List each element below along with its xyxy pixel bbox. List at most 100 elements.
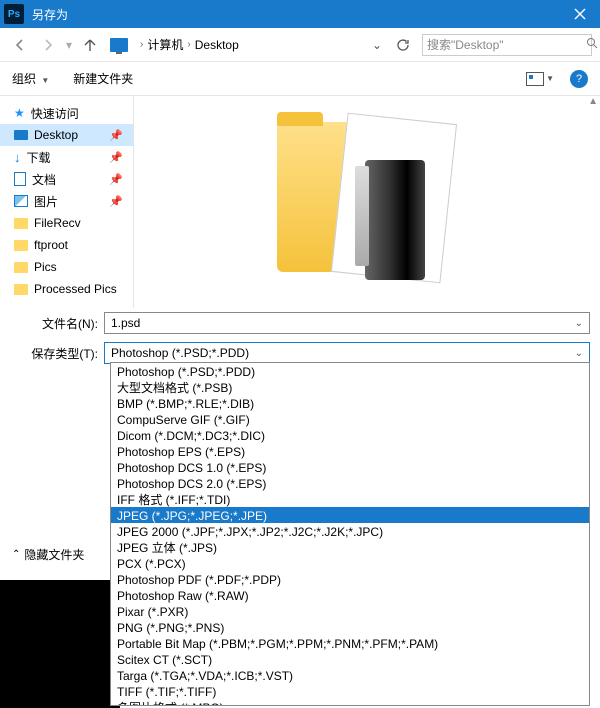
caret-icon: ⌃ [12, 549, 20, 560]
search-input[interactable] [427, 38, 582, 52]
star-icon: ★ [14, 106, 25, 120]
crumb-computer[interactable]: 计算机 [147, 36, 183, 53]
sidebar-item-label: ftproot [34, 238, 68, 252]
computer-icon [110, 38, 128, 52]
filetype-option[interactable]: JPEG 立体 (*.JPS) [111, 539, 589, 555]
forward-button[interactable] [36, 33, 60, 57]
sidebar-item-2[interactable]: ↓ 下载 📌 [0, 146, 133, 168]
pin-icon: 📌 [109, 151, 123, 164]
chevron-down-icon: ▼ [41, 76, 49, 85]
close-button[interactable] [560, 0, 600, 28]
folder-thumbnail[interactable] [277, 112, 457, 292]
view-mode-button[interactable]: ▼ [526, 72, 554, 86]
filetype-option[interactable]: Photoshop (*.PSD;*.PDD) [111, 363, 589, 379]
sidebar-item-3[interactable]: 文档 📌 [0, 168, 133, 190]
sidebar-item-1[interactable]: Desktop 📌 [0, 124, 133, 146]
filetype-option[interactable]: Photoshop DCS 2.0 (*.EPS) [111, 475, 589, 491]
filetype-option[interactable]: Dicom (*.DCM;*.DC3;*.DIC) [111, 427, 589, 443]
back-button[interactable] [8, 33, 32, 57]
filetype-option[interactable]: BMP (*.BMP;*.RLE;*.DIB) [111, 395, 589, 411]
sidebar-item-label: FileRecv [34, 216, 81, 230]
titlebar: Ps 另存为 [0, 0, 600, 28]
chevron-down-icon: ▼ [546, 74, 554, 83]
path-dropdown[interactable]: ⌄ [366, 38, 388, 52]
organize-button[interactable]: 组织 ▼ [12, 70, 49, 87]
filetype-option[interactable]: Photoshop EPS (*.EPS) [111, 443, 589, 459]
folder-icon [14, 218, 28, 229]
close-icon [574, 8, 586, 20]
filename-label: 文件名(N): [10, 315, 98, 332]
filetype-option[interactable]: Photoshop Raw (*.RAW) [111, 587, 589, 603]
sidebar-item-label: 下载 [27, 149, 51, 166]
toolbar: 组织 ▼ 新建文件夹 ▼ ? [0, 62, 600, 96]
filetype-option[interactable]: Scitex CT (*.SCT) [111, 651, 589, 667]
filetype-option[interactable]: Pixar (*.PXR) [111, 603, 589, 619]
sidebar-item-4[interactable]: 图片📌 [0, 190, 133, 212]
filetype-option[interactable]: PNG (*.PNG;*.PNS) [111, 619, 589, 635]
file-area[interactable]: ▲ [134, 96, 600, 308]
back-arrow-icon [12, 37, 28, 53]
filetype-option[interactable]: Targa (*.TGA;*.VDA;*.ICB;*.VST) [111, 667, 589, 683]
sidebar-item-7[interactable]: Pics [0, 256, 133, 278]
pin-icon: 📌 [109, 173, 123, 186]
up-button[interactable] [78, 33, 102, 57]
filetype-dropdown[interactable]: Photoshop (*.PSD;*.PDD)大型文档格式 (*.PSB)BMP… [110, 362, 590, 706]
scroll-up-icon[interactable]: ▲ [588, 96, 598, 107]
sidebar-item-5[interactable]: FileRecv [0, 212, 133, 234]
filetype-option[interactable]: Portable Bit Map (*.PBM;*.PGM;*.PPM;*.PN… [111, 635, 589, 651]
filetype-option[interactable]: 大型文档格式 (*.PSB) [111, 379, 589, 395]
folder-icon [14, 262, 28, 273]
sidebar-item-8[interactable]: Processed Pics [0, 278, 133, 300]
filename-value: 1.psd [111, 316, 575, 330]
new-folder-button[interactable]: 新建文件夹 [73, 70, 133, 87]
filetype-option[interactable]: TIFF (*.TIF;*.TIFF) [111, 683, 589, 699]
refresh-icon [396, 38, 410, 52]
hide-folders-toggle[interactable]: ⌃ 隐藏文件夹 [12, 546, 84, 563]
filetype-label: 保存类型(T): [10, 345, 98, 362]
chevron-down-icon[interactable]: ⌄ [575, 348, 583, 359]
download-icon: ↓ [14, 150, 21, 165]
filetype-option[interactable]: Photoshop DCS 1.0 (*.EPS) [111, 459, 589, 475]
help-button[interactable]: ? [570, 70, 588, 88]
filetype-option[interactable]: JPEG (*.JPG;*.JPEG;*.JPE) [111, 507, 589, 523]
nav-bar: ▾ › 计算机 › Desktop ⌄ [0, 28, 600, 62]
sidebar: ★ 快速访问 Desktop 📌 ↓ 下载 📌 文档 📌 图片📌 FileRecv ftproot Pi… [0, 96, 134, 308]
history-dropdown[interactable]: ▾ [66, 38, 72, 52]
chevron-right-icon: › [140, 39, 143, 50]
crumb-desktop[interactable]: Desktop [195, 38, 239, 52]
window-title: 另存为 [32, 6, 560, 23]
filename-field[interactable]: 1.psd ⌄ [104, 312, 590, 334]
up-arrow-icon [83, 38, 97, 52]
organize-label: 组织 [12, 72, 36, 86]
view-icon [526, 72, 544, 86]
folder-icon [14, 240, 28, 251]
filetype-option[interactable]: Photoshop PDF (*.PDF;*.PDP) [111, 571, 589, 587]
pin-icon: 📌 [109, 129, 123, 142]
sidebar-item-label: Desktop [34, 128, 78, 142]
refresh-button[interactable] [392, 38, 414, 52]
sidebar-item-label: 文档 [32, 171, 56, 188]
background-strip [0, 580, 120, 708]
folder-icon [14, 284, 28, 295]
desktop-icon [14, 130, 28, 140]
filetype-value: Photoshop (*.PSD;*.PDD) [111, 346, 575, 360]
pic-icon [14, 195, 28, 207]
sidebar-item-label: 快速访问 [31, 105, 79, 122]
sidebar-item-label: 图片 [34, 193, 58, 210]
filetype-field[interactable]: Photoshop (*.PSD;*.PDD) ⌄ [104, 342, 590, 364]
filetype-option[interactable]: 多图片格式 (*.MPO) [111, 699, 589, 706]
sidebar-item-label: Processed Pics [34, 282, 117, 296]
search-icon [586, 37, 598, 52]
filetype-option[interactable]: IFF 格式 (*.IFF;*.TDI) [111, 491, 589, 507]
filetype-option[interactable]: JPEG 2000 (*.JPF;*.JPX;*.JP2;*.J2C;*.J2K… [111, 523, 589, 539]
sidebar-item-6[interactable]: ftproot [0, 234, 133, 256]
phone-preview-icon [365, 160, 425, 280]
filetype-option[interactable]: CompuServe GIF (*.GIF) [111, 411, 589, 427]
sidebar-item-0[interactable]: ★ 快速访问 [0, 102, 133, 124]
search-box[interactable] [422, 34, 592, 56]
hide-folders-label: 隐藏文件夹 [24, 546, 84, 563]
forward-arrow-icon [40, 37, 56, 53]
chevron-down-icon[interactable]: ⌄ [575, 318, 583, 329]
filetype-option[interactable]: PCX (*.PCX) [111, 555, 589, 571]
breadcrumb[interactable]: › 计算机 › Desktop [136, 36, 239, 53]
